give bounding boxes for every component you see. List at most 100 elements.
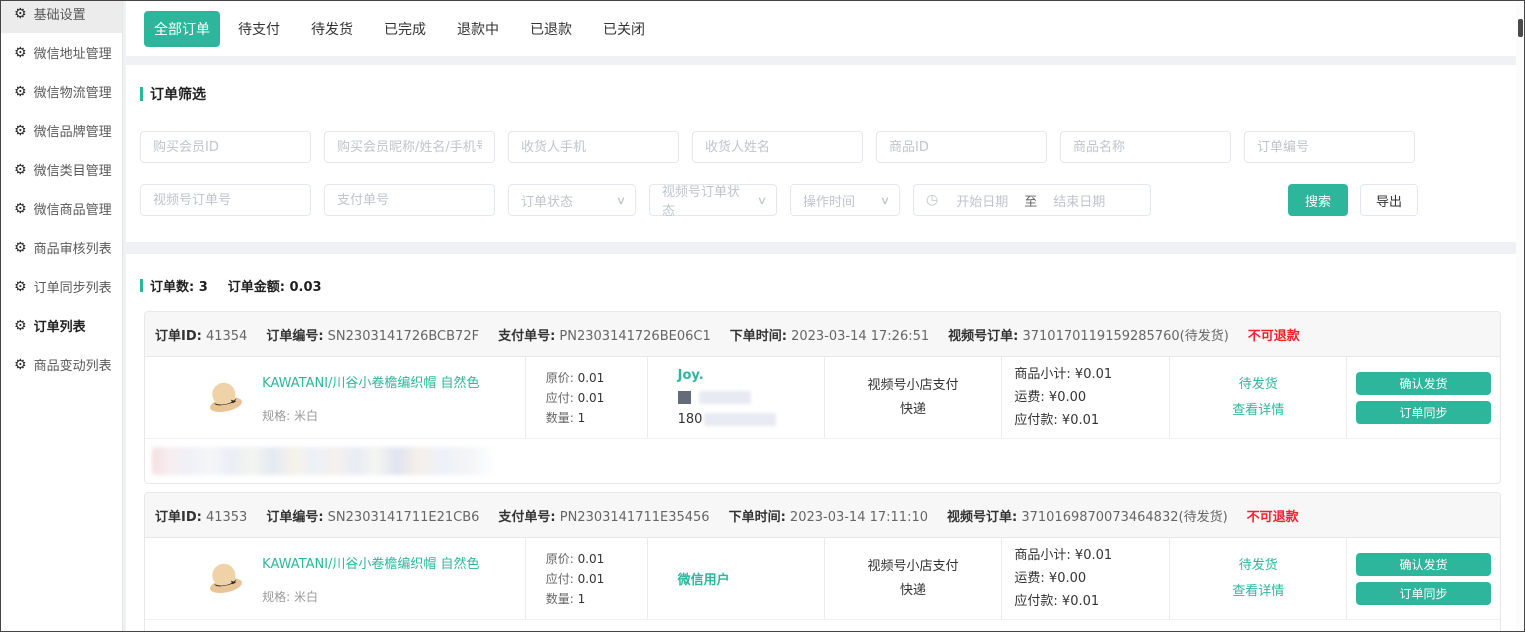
- member-id-input[interactable]: [140, 131, 311, 163]
- pay-no-input[interactable]: [324, 184, 495, 216]
- tab-refunding[interactable]: 退款中: [457, 19, 499, 39]
- non-refundable-badge: 不可退款: [1247, 506, 1299, 525]
- gear-icon: ⚙: [14, 85, 27, 99]
- payment-cell: 视频号小店支付 快递: [824, 357, 1002, 438]
- sidebar-item-wechat-product[interactable]: ⚙ 微信商品管理: [1, 189, 122, 228]
- order-status-placeholder: 订单状态: [521, 191, 573, 210]
- buyer-cell: Joy. 180: [647, 357, 824, 438]
- payment-method: 视频号小店支付: [867, 555, 958, 579]
- view-detail-link[interactable]: 查看详情: [1232, 579, 1284, 605]
- filter-row-1: [126, 131, 1516, 163]
- filter-title: 订单筛选: [150, 84, 206, 104]
- tab-closed[interactable]: 已关闭: [603, 19, 645, 39]
- order-header: 订单ID: 41353 订单编号: SN2303141711E21CB6 支付单…: [145, 493, 1500, 538]
- sidebar-item-product-change-list[interactable]: ⚙ 商品变动列表: [1, 345, 122, 384]
- gear-icon: ⚙: [14, 358, 27, 372]
- date-range-picker[interactable]: ◷ 开始日期 至 结束日期: [913, 184, 1151, 216]
- order-card: 订单ID: 41353 订单编号: SN2303141711E21CB6 支付单…: [144, 492, 1501, 632]
- order-header: 订单ID: 41354 订单编号: SN2303141726BCB72F 支付单…: [145, 312, 1500, 357]
- orders-panel: 订单数: 3 订单金额: 0.03 订单ID: 41354 订单编号: SN23…: [126, 254, 1516, 632]
- order-sync-button[interactable]: 订单同步: [1356, 401, 1491, 424]
- tab-all-orders[interactable]: 全部订单: [144, 11, 220, 47]
- order-count: 订单数: 3: [150, 276, 208, 295]
- sidebar-item-order-sync-list[interactable]: ⚙ 订单同步列表: [1, 267, 122, 306]
- payment-cell: 视频号小店支付 快递: [824, 538, 1002, 619]
- gear-icon: ⚙: [14, 202, 27, 216]
- search-button[interactable]: 搜索: [1288, 184, 1348, 216]
- product-name-link[interactable]: KAWATANI/川谷小卷檐编织帽 自然色: [262, 553, 479, 572]
- sidebar-item-wechat-category[interactable]: ⚙ 微信类目管理: [1, 150, 122, 189]
- tab-pending-shipment[interactable]: 待发货: [311, 19, 353, 39]
- address-row: [145, 439, 1500, 483]
- order-body: KAWATANI/川谷小卷檐编织帽 自然色 规格: 米白 原价: 0.01 应付…: [145, 357, 1500, 439]
- receiver-name-input[interactable]: [692, 131, 863, 163]
- product-image: [202, 556, 248, 602]
- video-order-no: 视频号订单: 3710169870073464832(待发货): [947, 506, 1228, 525]
- scrollbar-track[interactable]: [1516, 1, 1524, 631]
- view-detail-link[interactable]: 查看详情: [1232, 398, 1284, 424]
- operate-time-select[interactable]: 操作时间 ∨: [790, 184, 900, 216]
- censored-block: [678, 391, 691, 404]
- shipping-method: 快递: [900, 398, 926, 422]
- scrollbar-thumb[interactable]: [1518, 19, 1523, 37]
- video-order-no-input[interactable]: [140, 184, 311, 216]
- product-id-input[interactable]: [876, 131, 1047, 163]
- buyer-cell: 微信用户: [647, 538, 824, 619]
- sidebar-item-basic-settings[interactable]: ⚙ 基础设置: [1, 1, 122, 33]
- member-keyword-input[interactable]: [324, 131, 495, 163]
- gear-icon: ⚙: [14, 280, 27, 294]
- totals-cell: 商品小计: ¥0.01 运费: ¥0.00 应付款: ¥0.01: [1001, 357, 1169, 438]
- date-separator: 至: [1024, 191, 1037, 210]
- order-id: 订单ID: 41354: [155, 325, 247, 344]
- sidebar-item-label: 商品变动列表: [34, 355, 112, 374]
- sidebar-item-wechat-brand[interactable]: ⚙ 微信品牌管理: [1, 111, 122, 150]
- non-refundable-badge: 不可退款: [1248, 325, 1300, 344]
- sidebar-item-wechat-logistics[interactable]: ⚙ 微信物流管理: [1, 72, 122, 111]
- order-status-select[interactable]: 订单状态 ∨: [508, 184, 636, 216]
- order-time: 下单时间: 2023-03-14 17:11:10: [729, 506, 928, 525]
- section-accent-bar: [140, 87, 143, 101]
- order-sn: 订单编号: SN2303141711E21CB6: [266, 506, 479, 525]
- order-amount: 订单金额: 0.03: [228, 276, 322, 295]
- status-badge: 待发货: [1239, 553, 1278, 579]
- filter-row-2: 订单状态 ∨ 视频号订单状态 ∨ 操作时间 ∨ ◷ 开始日期 至 结束日期 搜索…: [126, 184, 1516, 216]
- censored-address-mosaic: [152, 447, 497, 475]
- gear-icon: ⚙: [14, 163, 27, 177]
- tab-completed[interactable]: 已完成: [384, 19, 426, 39]
- order-sn-input[interactable]: [1244, 131, 1415, 163]
- sidebar-item-label: 微信商品管理: [34, 199, 112, 218]
- confirm-ship-button[interactable]: 确认发货: [1356, 372, 1491, 395]
- tab-pending-payment[interactable]: 待支付: [238, 19, 280, 39]
- sidebar-item-order-list[interactable]: ⚙ 订单列表: [1, 306, 122, 345]
- clock-icon: ◷: [926, 192, 938, 208]
- gear-icon: ⚙: [14, 124, 27, 138]
- buyer-nickname: 微信用户: [678, 569, 824, 588]
- video-order-status-select[interactable]: 视频号订单状态 ∨: [649, 184, 777, 216]
- price-cell: 原价: 0.01 应付: 0.01 数量: 1: [525, 538, 647, 619]
- product-name-link[interactable]: KAWATANI/川谷小卷檐编织帽 自然色: [262, 372, 479, 391]
- start-date-placeholder: 开始日期: [956, 191, 1008, 210]
- gear-icon: ⚙: [14, 7, 27, 21]
- filter-panel: 订单筛选 订单状态 ∨ 视频号订单状态 ∨ 操作时间 ∨: [126, 65, 1516, 242]
- product-name-input[interactable]: [1060, 131, 1231, 163]
- chevron-down-icon: ∨: [880, 194, 890, 207]
- order-sync-button[interactable]: 订单同步: [1356, 582, 1491, 605]
- tab-refunded[interactable]: 已退款: [530, 19, 572, 39]
- confirm-ship-button[interactable]: 确认发货: [1356, 553, 1491, 576]
- video-order-no: 视频号订单: 3710170119159285760(待发货): [948, 325, 1229, 344]
- order-admin-screen: ⚙ 基础设置 ⚙ 微信地址管理 ⚙ 微信物流管理 ⚙ 微信品牌管理 ⚙ 微信类目…: [0, 0, 1525, 632]
- actions-cell: 确认发货 订单同步: [1346, 357, 1500, 438]
- sidebar-item-label: 商品审核列表: [34, 238, 112, 257]
- sidebar-item-wechat-address[interactable]: ⚙ 微信地址管理: [1, 33, 122, 72]
- buyer-phone: 180: [678, 412, 824, 427]
- chevron-down-icon: ∨: [757, 194, 767, 207]
- end-date-placeholder: 结束日期: [1053, 191, 1105, 210]
- sidebar-item-product-review-list[interactable]: ⚙ 商品审核列表: [1, 228, 122, 267]
- product-spec: 规格: 米白: [262, 407, 479, 424]
- sidebar-item-label: 微信物流管理: [34, 82, 112, 101]
- receiver-phone-input[interactable]: [508, 131, 679, 163]
- price-cell: 原价: 0.01 应付: 0.01 数量: 1: [525, 357, 647, 438]
- sidebar-item-label: 订单同步列表: [34, 277, 112, 296]
- sidebar: ⚙ 基础设置 ⚙ 微信地址管理 ⚙ 微信物流管理 ⚙ 微信品牌管理 ⚙ 微信类目…: [1, 1, 123, 631]
- export-button[interactable]: 导出: [1360, 184, 1418, 216]
